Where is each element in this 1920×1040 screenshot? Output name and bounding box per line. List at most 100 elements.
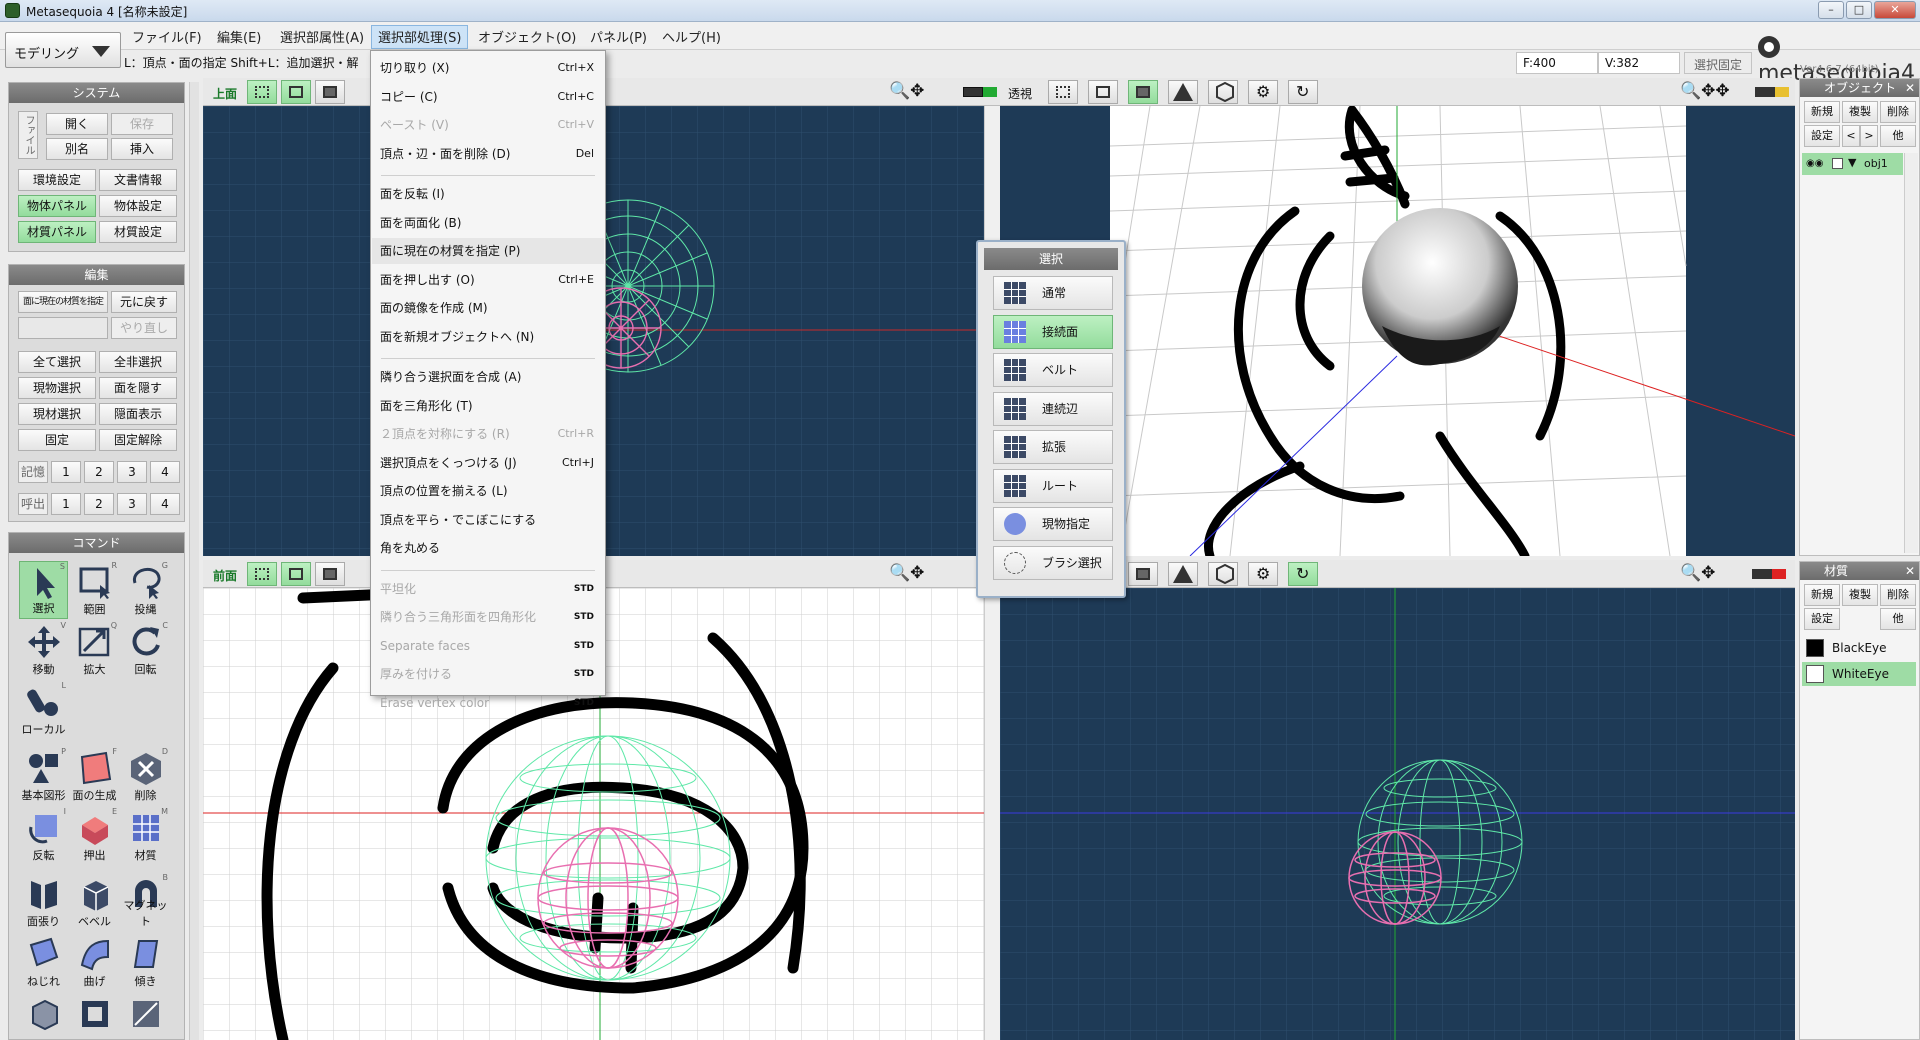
persp-vertex-button[interactable] [1048,80,1078,104]
env-settings-button[interactable]: 環境設定 [18,169,96,191]
material-list-item[interactable]: BlackEye [1802,636,1916,660]
unlock-button[interactable]: 固定解除 [99,429,177,451]
select-option[interactable]: 接続面 [993,314,1113,349]
edge-mode-button[interactable] [281,80,311,104]
close-icon[interactable]: ✕ [1905,562,1915,580]
tool-material[interactable]: M 材質 [121,807,170,865]
tool-delete[interactable]: D 削除 [121,747,170,805]
menu-item[interactable]: コピー (C) Ctrl+C [372,84,604,110]
object-duplicate-button[interactable]: 複製 [1842,101,1878,123]
select-option[interactable]: 通常 [993,276,1113,310]
persp-cube-button[interactable] [1208,80,1238,104]
deselect-all-button[interactable]: 全非選択 [99,351,177,373]
save-button[interactable]: 保存 [111,113,173,135]
tool-lasso[interactable]: G 投縄 [121,561,170,619]
persp-zoom-pan-icon[interactable]: 🔍✥✥ [1680,81,1730,101]
select-option[interactable]: 連続辺 [993,391,1113,426]
object-settings-button[interactable]: 物体設定 [99,195,177,217]
lock-button[interactable]: 固定 [18,429,96,451]
side-display-red-icon[interactable] [1772,569,1786,579]
recall-slot-3[interactable]: 3 [117,493,147,515]
tool-range[interactable]: R 範囲 [70,561,119,619]
menu-item[interactable]: 面を両面化 (B) [372,210,604,236]
object-other-button[interactable]: 他 [1880,125,1916,147]
tool-select[interactable]: S 選択 [19,561,68,619]
assign-material-button[interactable]: 面に現在の材質を指定 [18,291,108,313]
face-mode-button[interactable] [315,80,345,104]
tool-create-face[interactable]: F 面の生成 [70,747,119,805]
front-view-scrollbar[interactable] [984,588,1000,1040]
select-option[interactable]: ベルト [993,353,1113,387]
side-display-icon[interactable] [1752,569,1772,579]
object-list-scrollbar[interactable] [1904,153,1918,553]
tool-face-fill[interactable]: 面張り [19,873,68,931]
material-duplicate-button[interactable]: 複製 [1842,584,1878,606]
tool-twist[interactable]: ねじれ [19,933,68,991]
mode-dropdown[interactable]: モデリング [5,32,121,68]
tool-rotate[interactable]: C 回転 [121,621,170,679]
recall-slot-2[interactable]: 2 [84,493,114,515]
recall-slot-1[interactable]: 1 [51,493,81,515]
material-delete-button[interactable]: 削除 [1880,584,1916,606]
tool-magnet[interactable]: B マグネット [121,873,170,931]
tool-bevel[interactable]: ベベル [70,873,119,931]
tool-move[interactable]: V 移動 [19,621,68,679]
persp-display-yellow-icon[interactable] [1775,87,1789,97]
select-option[interactable]: ルート [993,468,1113,503]
object-list-item[interactable]: ◉◉ ▼ obj1 [1802,153,1903,175]
side-mode-button[interactable] [1168,562,1198,586]
menu-selection-process[interactable]: 選択部処理(S) [371,25,469,49]
zoom-pan-icon[interactable]: 🔍✥ [889,81,924,101]
object-settings-button[interactable]: 設定 [1804,125,1840,147]
memory-slot-3[interactable]: 3 [117,461,147,483]
tool-frame[interactable] [70,993,119,1033]
menu-item[interactable]: 切り取り (X) Ctrl+X [372,55,604,81]
menu-item[interactable]: 選択頂点をくっつける (J) Ctrl+J [372,450,604,476]
persp-settings-button[interactable]: ⚙ [1248,80,1278,104]
tool-flip[interactable]: I 反転 [19,807,68,865]
side-zoom-pan-icon[interactable]: 🔍✥ [1680,563,1715,583]
menu-file[interactable]: ファイル(F) [126,27,208,46]
tool-bend[interactable]: 曲げ [70,933,119,991]
tool-extrude[interactable]: E 押出 [70,807,119,865]
left-panel-scrollbar[interactable] [189,82,199,1040]
chevron-down-icon[interactable]: ▼ [1848,156,1856,169]
persp-wire-button[interactable] [1088,80,1118,104]
menu-item[interactable]: 面の鏡像を作成 (M) [372,295,604,321]
menu-item[interactable]: 頂点の位置を揃える (L) [372,478,604,504]
file-tab[interactable]: ファイル [18,111,38,159]
select-current-object-button[interactable]: 現物選択 [18,377,96,399]
object-delete-button[interactable]: 削除 [1880,101,1916,123]
show-hidden-button[interactable]: 隠面表示 [99,403,177,425]
menu-panel[interactable]: パネル(P) [584,27,653,46]
material-panel-toggle[interactable]: 材質パネル [18,221,96,243]
tool-primitive[interactable]: P 基本図形 [19,747,68,805]
menu-item[interactable]: 面を三角形化 (T) [372,393,604,419]
save-as-button[interactable]: 別名 [46,138,108,160]
select-current-material-button[interactable]: 現材選択 [18,403,96,425]
open-button[interactable]: 開く [46,113,108,135]
persp-refresh-button[interactable]: ↻ [1288,80,1318,104]
menu-help[interactable]: ヘルプ(H) [656,27,727,46]
persp-mode-button[interactable] [1168,80,1198,104]
object-prev-button[interactable]: < [1842,125,1860,147]
memory-slot-1[interactable]: 1 [51,461,81,483]
side-shaded-button[interactable] [1128,562,1158,586]
side-viewport[interactable] [1000,588,1795,1040]
tool-box[interactable] [19,993,68,1033]
side-cube-button[interactable] [1208,562,1238,586]
material-new-button[interactable]: 新規 [1804,584,1840,606]
menu-item[interactable]: 角を丸める [372,535,604,561]
menu-item[interactable]: 面に現在の材質を指定 (P) [372,238,604,264]
material-other-button[interactable]: 他 [1880,608,1916,630]
maximize-button[interactable]: □ [1846,1,1872,19]
select-option[interactable]: 現物指定 [993,507,1113,541]
display-mode-icon[interactable] [963,87,983,97]
tool-scale[interactable]: Q 拡大 [70,621,119,679]
menu-item[interactable]: 面を反転 (I) [372,181,604,207]
object-new-button[interactable]: 新規 [1804,101,1840,123]
menu-item[interactable]: 面を押し出す (O) Ctrl+E [372,267,604,293]
menu-item[interactable]: 隣り合う選択面を合成 (A) [372,364,604,390]
select-option[interactable]: 拡張 [993,430,1113,464]
menu-selection-attribute[interactable]: 選択部属性(A) [274,27,370,46]
